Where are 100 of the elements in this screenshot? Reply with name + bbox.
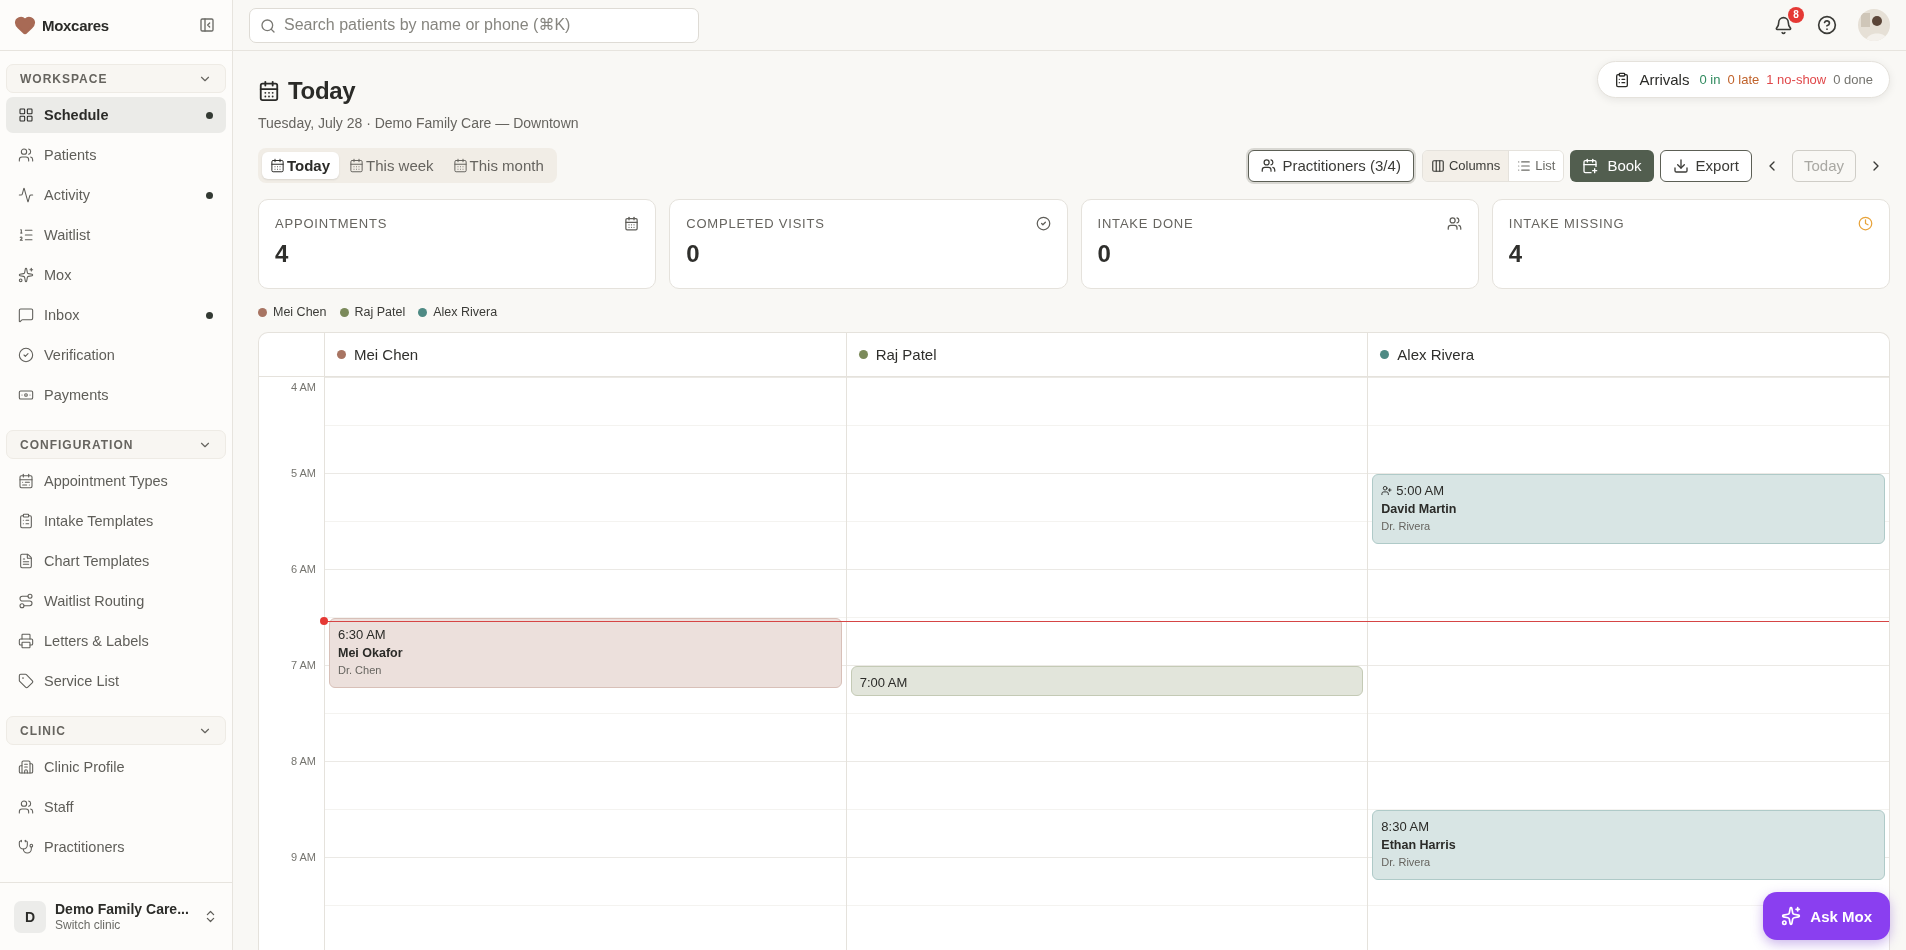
legend-label: Mei Chen [273,305,327,319]
nav-item[interactable]: Activity [6,177,226,213]
section-header[interactable]: WORKSPACE [6,64,226,93]
search-field[interactable]: Search patients by name or phone (⌘K) [249,7,699,43]
calendar-icon [258,80,280,102]
nav-item[interactable]: Verification [6,337,226,373]
ask-mox-button[interactable]: Ask Mox [1763,892,1890,940]
nav-label: Inbox [44,307,81,323]
section-header[interactable]: CONFIGURATION [6,430,226,459]
nav-item[interactable]: Service List [6,663,226,699]
clock-icon [1858,216,1873,231]
calendar-icon [624,216,640,231]
appointment-card[interactable]: 6:30 AM Mei Okafor Dr. Chen [329,618,842,688]
nav-label: Verification [44,347,116,363]
brand-name: Moxcares [42,16,110,34]
users-icon [18,147,34,163]
switch-clinic-label: Switch clinic [55,918,122,932]
nav-item[interactable]: Letters & Labels [6,623,226,659]
avatar[interactable] [1858,9,1890,41]
clipboard-icon [18,513,34,529]
stat-label: INTAKE DONE [1097,216,1194,231]
calendar-icon [452,158,468,173]
section-header[interactable]: CLINIC [6,716,226,745]
clinic-initial: D [14,900,46,933]
page-title: Today [288,77,356,105]
columns-icon [1430,158,1445,173]
nav-item[interactable]: Mox [6,257,226,293]
calendar-plus-icon [1582,157,1599,174]
check-circle-icon [18,347,34,363]
range-tab[interactable]: Today [262,152,340,179]
nav-label: Schedule [44,107,110,123]
nav-item[interactable]: Waitlist [6,217,226,253]
users-icon [1260,158,1276,173]
nav-label: Letters & Labels [44,633,150,649]
nav-label: Activity [44,187,91,203]
arrivals-label: Arrivals [1639,71,1690,88]
appointment-time: 6:30 AM [338,627,386,642]
nav-item[interactable]: Staff [6,789,226,825]
nav-label: Patients [44,147,98,163]
list-icon [18,227,34,243]
nav-label: Staff [44,799,75,815]
arrivals-panel[interactable]: Arrivals 0 in 0 late 1 no-show 0 done [1597,61,1890,98]
nav-label: Mox [44,267,73,283]
nav-label: Practitioners [44,839,126,855]
range-tab[interactable]: This month [444,152,553,179]
nav-item[interactable]: Appointment Types [6,463,226,499]
stat-value: 0 [686,240,701,268]
practitioners-button[interactable]: Practitioners (3/4) [1247,149,1414,182]
legend-label: Alex Rivera [433,305,498,319]
hour-label: 9 AM [290,851,316,863]
stat-label: INTAKE MISSING [1508,216,1625,231]
help-icon [1817,15,1837,35]
nav-item[interactable]: Schedule [6,97,226,133]
nav-item[interactable]: Patients [6,137,226,173]
nav-item[interactable]: Intake Templates [6,503,226,539]
list-icon [1517,158,1532,173]
stat-label: COMPLETED VISITS [686,216,825,231]
grid-icon [18,107,34,123]
route-icon [18,593,34,609]
arrival-count: 0 late [1727,72,1760,87]
view-toggle[interactable]: Columns [1422,150,1509,181]
nav-item[interactable]: Clinic Profile [6,749,226,785]
download-icon [1672,157,1689,174]
nav-label: Clinic Profile [44,759,126,775]
view-toggle[interactable]: List [1508,150,1564,181]
search-icon [260,17,276,34]
clipboard-icon [1614,71,1631,88]
calendar-icon [18,473,34,489]
appointment-card[interactable]: 5:00 AM David Martin Dr. Rivera [1372,474,1885,544]
arrival-count: 0 in [1699,72,1721,87]
message-icon [18,307,34,323]
appointment-card[interactable]: 7:00 AM [850,666,1364,696]
nav-item[interactable]: Inbox [6,297,226,333]
appointment-card[interactable]: 8:30 AM Ethan Harris Dr. Rivera [1372,810,1885,880]
nav-item[interactable]: Chart Templates [6,543,226,579]
range-tab[interactable]: This week [341,152,443,179]
patient-name: Mei Okafor [338,646,404,660]
stat-value: 0 [1097,240,1112,268]
practitioner-label: Dr. Rivera [1381,856,1432,868]
nav-item[interactable]: Practitioners [6,829,226,865]
nav-label: Payments [44,387,110,403]
clinic-switcher[interactable]: D Demo Family Care... Switch clinic [0,882,232,950]
nav-label: Service List [44,673,120,689]
book-button[interactable]: Book [1570,149,1654,182]
stat-label: APPOINTMENTS [275,216,388,231]
nav-label: Waitlist [44,227,92,243]
nav-item[interactable]: Waitlist Routing [6,583,226,619]
practitioner-name: Mei Chen [354,346,419,363]
page-subtitle: Tuesday, July 28 · Demo Family Care — Downtown [258,115,579,131]
export-button[interactable]: Export [1659,149,1752,182]
hour-label: 8 AM [290,755,316,767]
nav-item[interactable]: Payments [6,377,226,413]
stethoscope-icon [18,839,34,855]
sparkles-icon [18,267,34,283]
practitioner-name: Alex Rivera [1397,346,1475,363]
practitioner-name: Raj Patel [875,346,937,363]
tag-icon [18,673,34,689]
stat-value: 4 [275,240,290,268]
sparkles-icon [1781,906,1802,926]
hour-label: 6 AM [290,563,316,575]
